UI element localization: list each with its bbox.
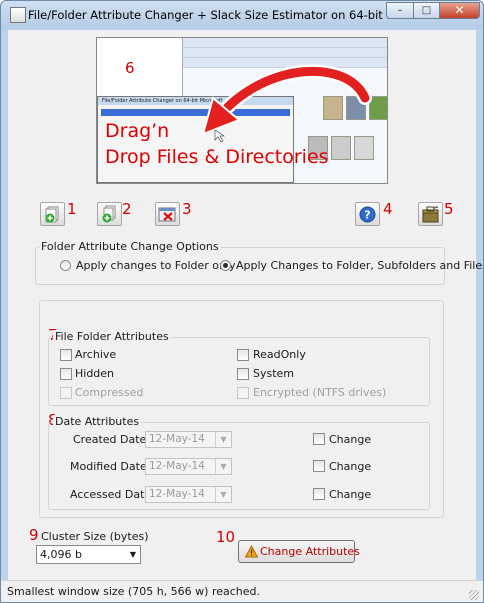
modified-date-label: Modified Date — [70, 460, 147, 473]
annotation-number: 1 — [67, 200, 77, 218]
folder-options-legend: Folder Attribute Change Options — [39, 240, 221, 253]
archive-label[interactable]: Archive — [75, 348, 116, 361]
hidden-label[interactable]: Hidden — [75, 367, 114, 380]
cluster-size-select[interactable]: 4,096 b ▼ — [36, 545, 141, 564]
modified-date-picker[interactable]: 12-May-14 ▼ — [145, 458, 232, 475]
accessed-date-value: 12-May-14 — [149, 488, 205, 500]
status-bar: Smallest window size (705 h, 566 w) reac… — [1, 580, 483, 602]
accessed-date-picker[interactable]: 12-May-14 ▼ — [145, 486, 232, 503]
modified-date-value: 12-May-14 — [149, 460, 205, 472]
add-folder-icon — [102, 205, 116, 223]
checkbox-readonly[interactable] — [237, 349, 249, 361]
maximize-button[interactable]: □ — [413, 2, 440, 19]
radio-folder-only[interactable] — [60, 260, 71, 271]
file-attributes-legend: File Folder Attributes — [53, 330, 171, 343]
annotation-number: 5 — [444, 200, 454, 218]
date-attributes-legend: Date Attributes — [53, 415, 142, 428]
radio-recursive-label[interactable]: Apply Changes to Folder, Subfolders and … — [236, 259, 483, 272]
annotation-number: 10 — [216, 528, 236, 546]
drag-text-line1: Drag’n — [105, 120, 170, 142]
app-icon — [10, 7, 26, 23]
tools-button[interactable] — [418, 202, 443, 226]
checkbox-hidden[interactable] — [60, 368, 72, 380]
encrypted-label: Encrypted (NTFS drives) — [253, 386, 387, 399]
created-date-value: 12-May-14 — [149, 433, 205, 445]
created-date-picker[interactable]: 12-May-14 ▼ — [145, 431, 232, 448]
chevron-down-icon: ▼ — [215, 432, 231, 447]
checkbox-compressed[interactable] — [60, 387, 72, 399]
system-label[interactable]: System — [253, 367, 294, 380]
drag-drop-preview[interactable]: Pictures library File/Folder Attribute C… — [96, 37, 388, 184]
drag-text-line2: Drop Files & Directories — [105, 146, 329, 168]
date-attributes-group: Date Attributes Created Date 12-May-14 ▼ … — [48, 415, 430, 510]
add-files-button[interactable] — [40, 202, 65, 226]
clear-list-button[interactable] — [155, 202, 180, 226]
clear-list-icon — [158, 207, 176, 222]
chevron-down-icon: ▼ — [215, 459, 231, 474]
cluster-size-value: 4,096 b — [40, 548, 82, 561]
warning-icon — [245, 545, 258, 558]
change-attributes-label: Change Attributes — [260, 545, 360, 558]
checkbox-system[interactable] — [237, 368, 249, 380]
radio-recursive[interactable] — [220, 260, 231, 271]
file-attributes-group: File Folder Attributes Archive Hidden Co… — [48, 330, 430, 406]
checkbox-archive[interactable] — [60, 349, 72, 361]
change-accessed-label[interactable]: Change — [329, 488, 371, 501]
window-title: File/Folder Attribute Changer + Slack Si… — [28, 8, 388, 22]
checkbox-change-modified[interactable] — [313, 460, 325, 472]
change-attributes-button[interactable]: Change Attributes — [238, 540, 360, 563]
checkbox-change-created[interactable] — [313, 433, 325, 445]
title-bar[interactable]: File/Folder Attribute Changer + Slack Si… — [1, 1, 483, 29]
readonly-label[interactable]: ReadOnly — [253, 348, 306, 361]
help-button[interactable]: ? — [355, 202, 380, 226]
toolbox-icon — [422, 206, 439, 223]
folder-options-group: Folder Attribute Change Options Apply ch… — [35, 240, 483, 285]
created-date-label: Created Date — [73, 433, 147, 446]
add-file-icon — [45, 206, 59, 223]
minimize-button[interactable]: – — [386, 2, 414, 19]
app-window: File/Folder Attribute Changer + Slack Si… — [0, 0, 484, 603]
svg-text:?: ? — [364, 209, 370, 222]
annotation-number: 4 — [383, 200, 393, 218]
add-folder-button[interactable] — [97, 202, 122, 226]
status-text: Smallest window size (705 h, 566 w) reac… — [7, 585, 260, 598]
checkbox-change-accessed[interactable] — [313, 488, 325, 500]
radio-folder-only-label[interactable]: Apply changes to Folder only — [76, 259, 236, 272]
change-modified-label[interactable]: Change — [329, 460, 371, 473]
annotation-number: 2 — [122, 200, 132, 218]
annotation-number: 3 — [182, 200, 192, 218]
cluster-size-label: Cluster Size (bytes) — [41, 530, 149, 543]
client-area: Pictures library File/Folder Attribute C… — [8, 30, 483, 580]
chevron-down-icon: ▼ — [129, 550, 136, 559]
change-created-label[interactable]: Change — [329, 433, 371, 446]
accessed-date-label: Accessed Date — [70, 488, 152, 501]
help-icon: ? — [359, 206, 376, 223]
resize-grip-icon[interactable] — [469, 590, 479, 600]
annotation-number: 9 — [29, 526, 39, 544]
chevron-down-icon: ▼ — [215, 487, 231, 502]
annotation-number: 6 — [125, 59, 135, 77]
checkbox-encrypted[interactable] — [237, 387, 249, 399]
close-button[interactable]: ✕ — [439, 2, 480, 19]
compressed-label: Compressed — [75, 386, 144, 399]
